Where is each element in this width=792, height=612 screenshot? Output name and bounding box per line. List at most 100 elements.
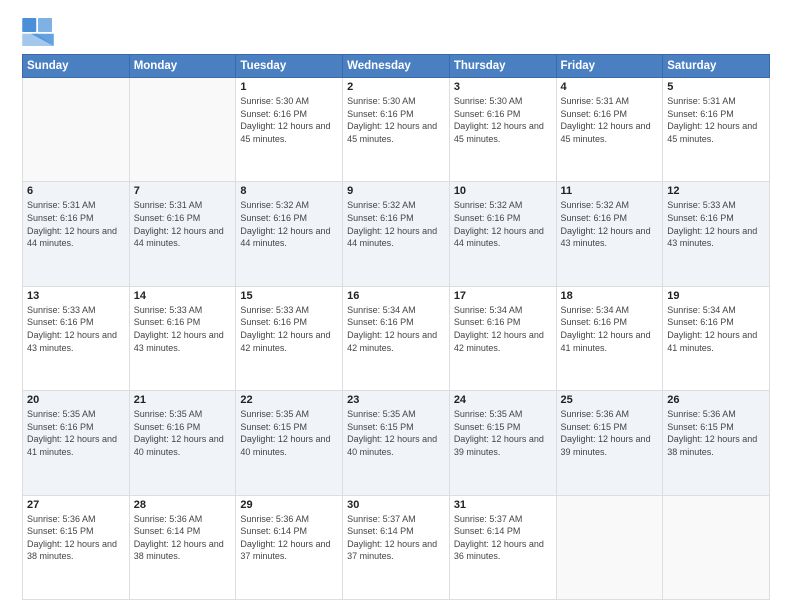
day-detail: Sunrise: 5:33 AM Sunset: 6:16 PM Dayligh… [27,304,125,354]
day-detail: Sunrise: 5:34 AM Sunset: 6:16 PM Dayligh… [561,304,659,354]
calendar-cell: 16 Sunrise: 5:34 AM Sunset: 6:16 PM Dayli… [343,286,450,390]
calendar-table: SundayMondayTuesdayWednesdayThursdayFrid… [22,54,770,600]
calendar-cell: 18 Sunrise: 5:34 AM Sunset: 6:16 PM Dayli… [556,286,663,390]
calendar-cell: 8 Sunrise: 5:32 AM Sunset: 6:16 PM Daylig… [236,182,343,286]
calendar-cell: 20Sunrise: 5:35 AM Sunset: 6:16 PM Dayli… [23,391,130,495]
day-detail: Sunrise: 5:32 AM Sunset: 6:16 PM Dayligh… [454,199,552,249]
calendar-week-row: 1 Sunrise: 5:30 AM Sunset: 6:16 PM Daylig… [23,78,770,182]
calendar-cell: 2 Sunrise: 5:30 AM Sunset: 6:16 PM Daylig… [343,78,450,182]
day-detail: Sunrise: 5:37 AM Sunset: 6:14 PM Dayligh… [454,513,552,563]
day-detail: Sunrise: 5:33 AM Sunset: 6:16 PM Dayligh… [134,304,232,354]
calendar-cell: 4 Sunrise: 5:31 AM Sunset: 6:16 PM Daylig… [556,78,663,182]
day-number: 23 [347,394,445,406]
calendar-cell: 10 Sunrise: 5:32 AM Sunset: 6:16 PM Dayli… [449,182,556,286]
calendar-cell: 1 Sunrise: 5:30 AM Sunset: 6:16 PM Daylig… [236,78,343,182]
calendar-cell: 27 Sunrise: 5:36 AM Sunset: 6:15 PM Dayli… [23,495,130,599]
calendar-cell: 15 Sunrise: 5:33 AM Sunset: 6:16 PM Dayli… [236,286,343,390]
calendar-week-row: 27 Sunrise: 5:36 AM Sunset: 6:15 PM Dayli… [23,495,770,599]
calendar-cell: 30 Sunrise: 5:37 AM Sunset: 6:14 PM Dayli… [343,495,450,599]
calendar-week-row: 20Sunrise: 5:35 AM Sunset: 6:16 PM Dayli… [23,391,770,495]
day-number: 27 [27,499,125,511]
col-header-friday: Friday [556,55,663,78]
calendar-cell: 26 Sunrise: 5:36 AM Sunset: 6:15 PM Dayli… [663,391,770,495]
day-detail: Sunrise: 5:36 AM Sunset: 6:15 PM Dayligh… [27,513,125,563]
day-number: 21 [134,394,232,406]
day-number: 2 [347,81,445,93]
calendar-cell [129,78,236,182]
day-number: 12 [667,185,765,197]
day-number: 13 [27,290,125,302]
calendar-cell: 19 Sunrise: 5:34 AM Sunset: 6:16 PM Dayli… [663,286,770,390]
day-number: 31 [454,499,552,511]
calendar-week-row: 6 Sunrise: 5:31 AM Sunset: 6:16 PM Daylig… [23,182,770,286]
day-number: 15 [240,290,338,302]
col-header-sunday: Sunday [23,55,130,78]
day-detail: Sunrise: 5:31 AM Sunset: 6:16 PM Dayligh… [561,95,659,145]
day-detail: Sunrise: 5:30 AM Sunset: 6:16 PM Dayligh… [240,95,338,145]
calendar-cell [663,495,770,599]
day-detail: Sunrise: 5:32 AM Sunset: 6:16 PM Dayligh… [240,199,338,249]
day-detail: Sunrise: 5:35 AM Sunset: 6:15 PM Dayligh… [347,408,445,458]
day-detail: Sunrise: 5:30 AM Sunset: 6:16 PM Dayligh… [347,95,445,145]
day-detail: Sunrise: 5:37 AM Sunset: 6:14 PM Dayligh… [347,513,445,563]
day-detail: Sunrise: 5:36 AM Sunset: 6:14 PM Dayligh… [240,513,338,563]
day-number: 3 [454,81,552,93]
calendar-cell: 9Sunrise: 5:32 AM Sunset: 6:16 PM Daylig… [343,182,450,286]
day-detail: Sunrise: 5:31 AM Sunset: 6:16 PM Dayligh… [27,199,125,249]
day-detail: Sunrise: 5:33 AM Sunset: 6:16 PM Dayligh… [667,199,765,249]
calendar-cell: 6 Sunrise: 5:31 AM Sunset: 6:16 PM Daylig… [23,182,130,286]
logo [22,18,58,46]
day-detail: Sunrise: 5:33 AM Sunset: 6:16 PM Dayligh… [240,304,338,354]
calendar-cell [556,495,663,599]
day-number: 22 [240,394,338,406]
logo-icon [22,18,54,46]
calendar-cell: 22 Sunrise: 5:35 AM Sunset: 6:15 PM Dayli… [236,391,343,495]
calendar-cell: 21Sunrise: 5:35 AM Sunset: 6:16 PM Dayli… [129,391,236,495]
day-number: 10 [454,185,552,197]
day-detail: Sunrise: 5:35 AM Sunset: 6:15 PM Dayligh… [240,408,338,458]
day-number: 4 [561,81,659,93]
day-number: 26 [667,394,765,406]
calendar-cell: 5Sunrise: 5:31 AM Sunset: 6:16 PM Daylig… [663,78,770,182]
col-header-wednesday: Wednesday [343,55,450,78]
calendar-week-row: 13 Sunrise: 5:33 AM Sunset: 6:16 PM Dayli… [23,286,770,390]
day-number: 30 [347,499,445,511]
calendar-cell: 13 Sunrise: 5:33 AM Sunset: 6:16 PM Dayli… [23,286,130,390]
calendar-cell: 25 Sunrise: 5:36 AM Sunset: 6:15 PM Dayli… [556,391,663,495]
day-number: 1 [240,81,338,93]
day-number: 17 [454,290,552,302]
col-header-monday: Monday [129,55,236,78]
day-number: 16 [347,290,445,302]
calendar-cell: 11 Sunrise: 5:32 AM Sunset: 6:16 PM Dayli… [556,182,663,286]
day-number: 24 [454,394,552,406]
day-detail: Sunrise: 5:30 AM Sunset: 6:16 PM Dayligh… [454,95,552,145]
calendar-cell [23,78,130,182]
col-header-tuesday: Tuesday [236,55,343,78]
day-number: 8 [240,185,338,197]
day-number: 9 [347,185,445,197]
calendar-cell: 3 Sunrise: 5:30 AM Sunset: 6:16 PM Daylig… [449,78,556,182]
day-detail: Sunrise: 5:31 AM Sunset: 6:16 PM Dayligh… [667,95,765,145]
calendar-cell: 31 Sunrise: 5:37 AM Sunset: 6:14 PM Dayli… [449,495,556,599]
header [22,18,770,46]
calendar-cell: 29Sunrise: 5:36 AM Sunset: 6:14 PM Dayli… [236,495,343,599]
day-detail: Sunrise: 5:36 AM Sunset: 6:15 PM Dayligh… [667,408,765,458]
day-number: 14 [134,290,232,302]
calendar-cell: 12 Sunrise: 5:33 AM Sunset: 6:16 PM Dayli… [663,182,770,286]
day-detail: Sunrise: 5:36 AM Sunset: 6:15 PM Dayligh… [561,408,659,458]
day-detail: Sunrise: 5:34 AM Sunset: 6:16 PM Dayligh… [667,304,765,354]
day-number: 18 [561,290,659,302]
day-number: 11 [561,185,659,197]
day-detail: Sunrise: 5:34 AM Sunset: 6:16 PM Dayligh… [347,304,445,354]
col-header-thursday: Thursday [449,55,556,78]
day-number: 6 [27,185,125,197]
calendar-header-row: SundayMondayTuesdayWednesdayThursdayFrid… [23,55,770,78]
day-number: 28 [134,499,232,511]
calendar-cell: 7Sunrise: 5:31 AM Sunset: 6:16 PM Daylig… [129,182,236,286]
page: SundayMondayTuesdayWednesdayThursdayFrid… [0,0,792,612]
day-number: 25 [561,394,659,406]
day-detail: Sunrise: 5:31 AM Sunset: 6:16 PM Dayligh… [134,199,232,249]
day-detail: Sunrise: 5:32 AM Sunset: 6:16 PM Dayligh… [561,199,659,249]
calendar-cell: 17Sunrise: 5:34 AM Sunset: 6:16 PM Dayli… [449,286,556,390]
day-number: 19 [667,290,765,302]
